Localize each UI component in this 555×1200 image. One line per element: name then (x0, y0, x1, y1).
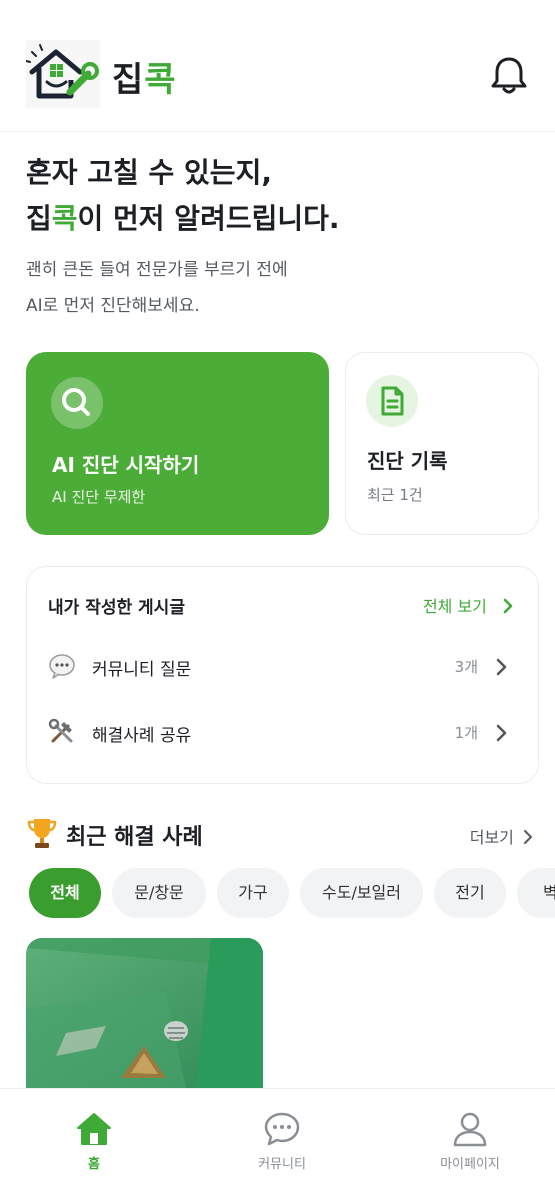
tab-home[interactable]: 홈 (34, 1109, 154, 1172)
post-row-label: 커뮤니티 질문 (92, 660, 192, 680)
bottom-tab-bar: 홈 커뮤니티 마이페이지 (0, 1088, 555, 1200)
tools-icon (48, 718, 73, 743)
brand-part-2: 콕 (144, 60, 177, 100)
chevron-right-icon (496, 724, 507, 742)
subtext-line-1: 괜히 큰돈 들여 전문가를 부르기 전에 (26, 260, 288, 280)
headline-line-1: 혼자 고칠 수 있는지, (26, 156, 272, 189)
tab-community[interactable]: 커뮤니티 (222, 1109, 342, 1172)
view-all-label: 전체 보기 (422, 597, 487, 616)
recent-solutions-title: 최근 해결 사례 (26, 816, 203, 851)
chip-plumbing-boiler[interactable]: 수도/보일러 (300, 868, 423, 918)
tab-home-label: 홈 (88, 1157, 100, 1172)
tab-community-label: 커뮤니티 (258, 1157, 306, 1172)
subtext-line-2: AI로 먼저 진단해보세요. (26, 296, 200, 316)
chip-electric[interactable]: 전기 (434, 868, 506, 918)
chevron-right-icon (524, 830, 532, 844)
house-wrench-logo-icon[interactable] (26, 40, 100, 108)
recent-title-text: 최근 해결 사례 (66, 825, 203, 850)
view-all-link[interactable]: 전체 보기 (423, 593, 514, 617)
search-icon (62, 388, 90, 416)
post-row-count: 3개 (454, 658, 478, 676)
history-card-title: 진단 기록 (367, 449, 448, 473)
category-filter-chips: 전체 문/창문 가구 수도/보일러 전기 벽/ (0, 868, 555, 920)
chat-icon (264, 1112, 300, 1146)
brand-part-1: 집 (112, 60, 145, 100)
trophy-icon (27, 819, 57, 848)
app-brand-name: 집콕 (112, 52, 177, 101)
drain-photo (26, 938, 263, 1088)
diagnosis-history-card[interactable]: 진단 기록 최근 1건 (345, 352, 539, 535)
headline-line-2: 집콕이 먼저 알려드립니다. (26, 196, 536, 242)
post-row-solution-share[interactable]: 해결사례 공유 1개 (48, 712, 518, 752)
chevron-right-icon (503, 598, 513, 614)
app-header: 집콕 (0, 0, 555, 132)
more-link[interactable]: 더보기 (470, 824, 533, 848)
hero-subtext: 괜히 큰돈 들여 전문가를 부르기 전에 AI로 먼저 진단해보세요. (26, 252, 536, 324)
search-icon-badge (51, 377, 103, 429)
headline-brand-b: 콕 (51, 202, 78, 235)
my-posts-card: 내가 작성한 게시글 전체 보기 커뮤니티 질문 3개 해결사례 공유 1개 (26, 566, 539, 784)
post-row-count: 1개 (454, 724, 478, 742)
chevron-right-icon (496, 658, 507, 676)
chip-wall[interactable]: 벽/ (517, 868, 555, 918)
hero-headline: 혼자 고칠 수 있는지, 집콕이 먼저 알려드립니다. (26, 150, 536, 242)
my-posts-title: 내가 작성한 게시글 (48, 598, 185, 618)
tab-mypage[interactable]: 마이페이지 (410, 1109, 530, 1172)
post-row-label: 해결사례 공유 (92, 726, 192, 746)
ai-diagnosis-card[interactable]: AI 진단 시작하기 AI 진단 무제한 (26, 352, 329, 535)
headline-rest: 이 먼저 알려드립니다. (77, 202, 340, 235)
document-icon (381, 386, 404, 416)
bell-icon[interactable] (490, 55, 528, 95)
case-thumbnail-image[interactable] (26, 938, 263, 1088)
speech-bubble-icon (49, 654, 75, 679)
post-row-community-question[interactable]: 커뮤니티 질문 3개 (48, 646, 518, 686)
history-card-subtitle: 최근 1건 (367, 486, 423, 504)
more-label: 더보기 (469, 828, 514, 847)
chip-door-window[interactable]: 문/창문 (112, 868, 206, 918)
chip-all[interactable]: 전체 (29, 868, 101, 918)
home-icon (77, 1113, 111, 1145)
headline-brand-a: 집 (26, 202, 52, 235)
chip-furniture[interactable]: 가구 (217, 868, 289, 918)
tab-mypage-label: 마이페이지 (440, 1157, 500, 1172)
ai-card-title: AI 진단 시작하기 (52, 453, 200, 477)
document-icon-badge (366, 375, 418, 427)
ai-card-subtitle: AI 진단 무제한 (52, 488, 146, 506)
person-icon (453, 1112, 487, 1147)
